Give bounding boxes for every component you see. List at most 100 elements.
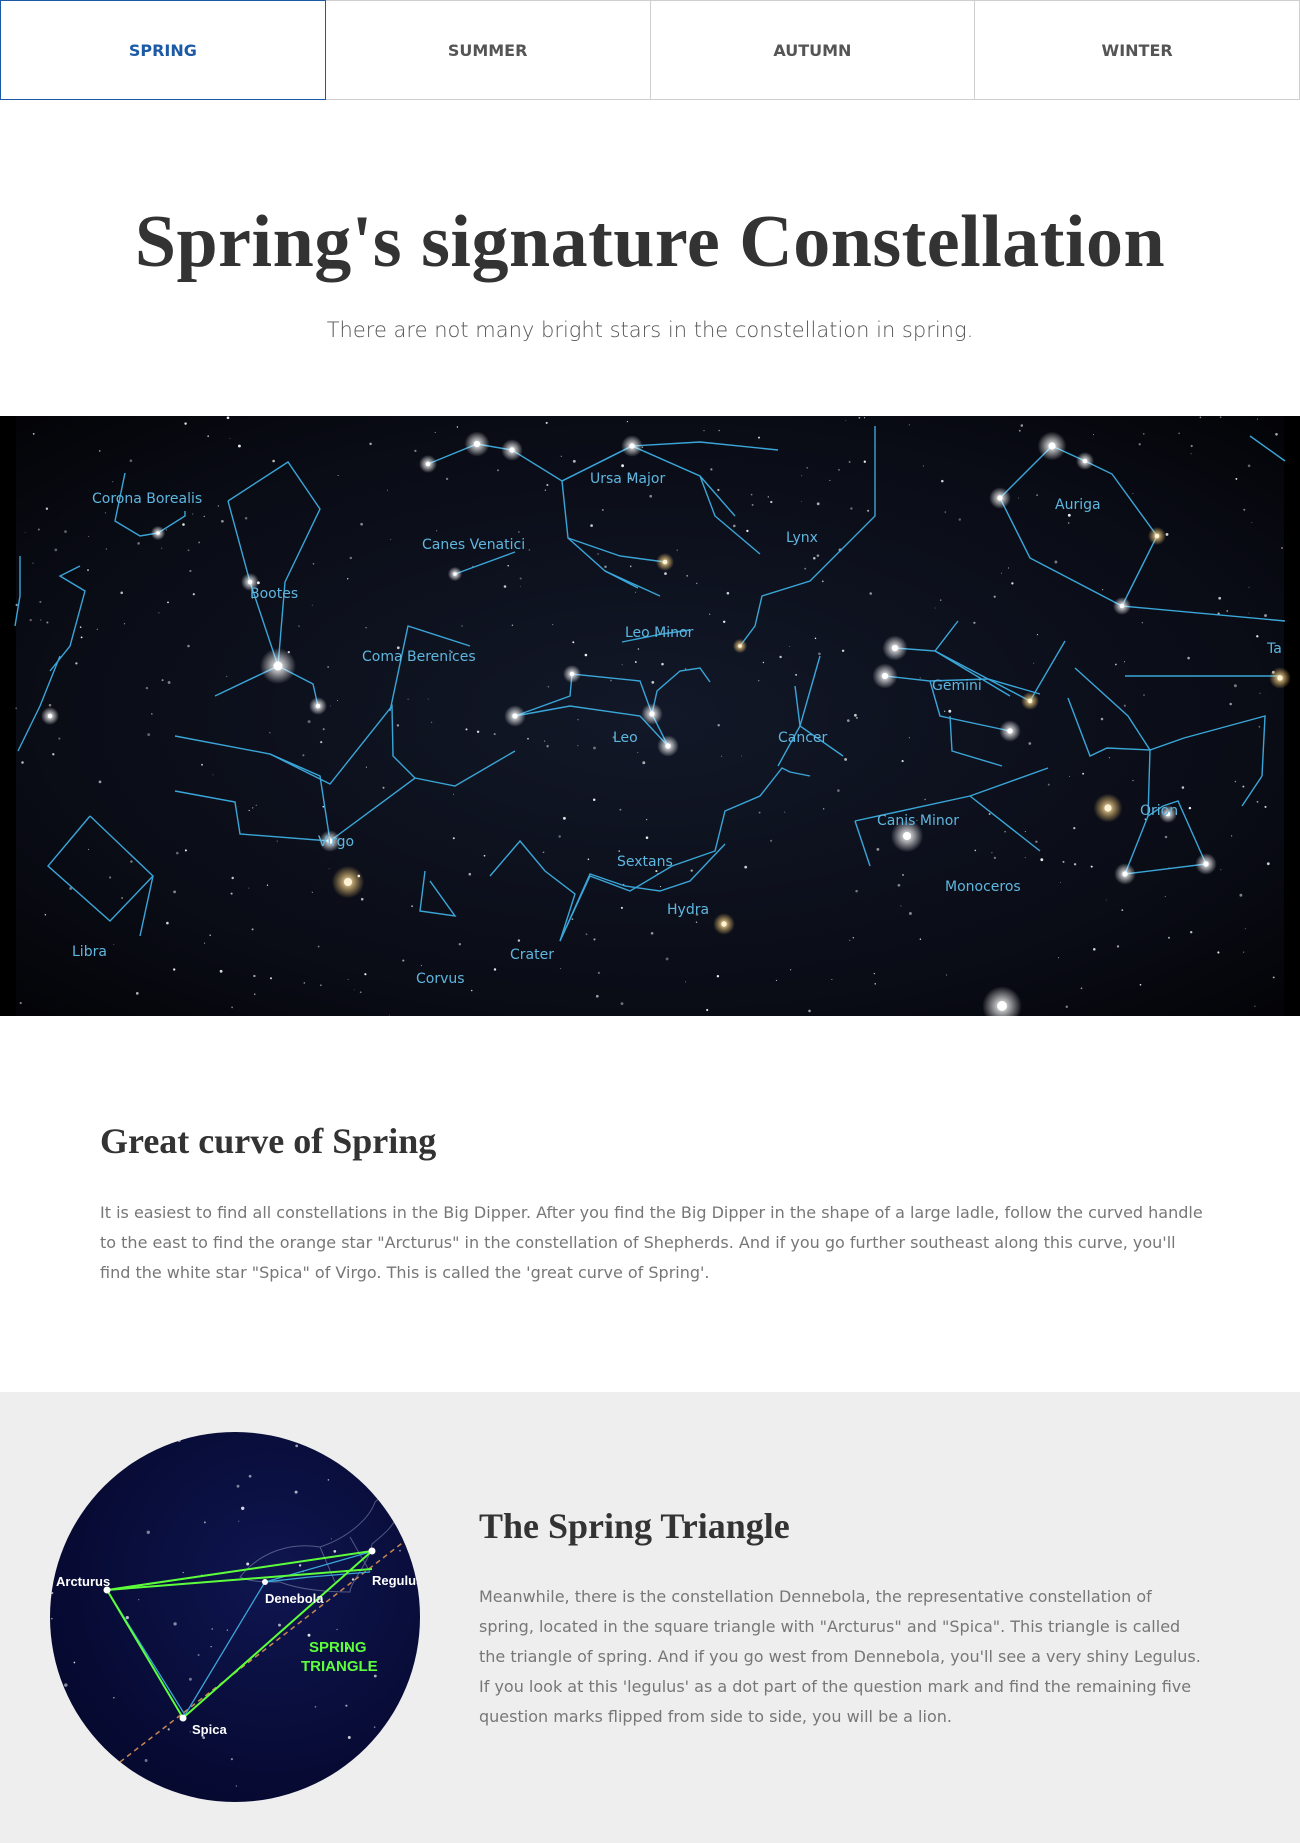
background-star <box>248 809 250 812</box>
background-star <box>187 644 190 648</box>
background-star <box>1035 840 1038 843</box>
background-star <box>993 595 996 598</box>
background-star <box>562 816 566 820</box>
background-star <box>816 554 820 557</box>
background-star <box>1028 742 1032 745</box>
background-star <box>939 599 942 601</box>
background-star <box>45 507 49 510</box>
background-star <box>610 679 612 682</box>
background-star <box>1108 756 1111 759</box>
background-star <box>1024 856 1026 858</box>
diagram-background-star <box>51 1591 54 1595</box>
background-star <box>1233 684 1237 688</box>
bright-star <box>738 644 742 648</box>
background-star <box>924 798 926 801</box>
background-star <box>360 897 364 901</box>
background-star <box>779 655 782 659</box>
background-star <box>347 979 349 981</box>
background-star <box>659 886 661 888</box>
diagram-background-star <box>345 1704 348 1707</box>
background-star <box>320 984 322 986</box>
background-star <box>48 703 52 707</box>
background-star <box>1073 827 1076 830</box>
background-star <box>1007 567 1010 569</box>
spring-triangle-title: The Spring Triangle <box>479 1506 790 1546</box>
tab-spring[interactable]: SPRING <box>0 0 326 100</box>
background-star <box>80 636 83 639</box>
background-star <box>255 804 257 806</box>
diagram-background-star <box>241 1506 245 1510</box>
background-star <box>577 719 579 721</box>
background-star <box>762 661 765 664</box>
background-star <box>690 869 693 872</box>
background-star <box>642 761 646 765</box>
background-star <box>775 979 777 981</box>
background-star <box>113 944 115 946</box>
diagram-background-star <box>327 1479 330 1481</box>
background-star <box>226 416 230 420</box>
background-star <box>1132 492 1134 495</box>
label-canis-minor: Canis Minor <box>877 813 959 829</box>
background-star <box>637 751 639 754</box>
diagram-background-star <box>278 1623 281 1627</box>
background-star <box>15 603 18 607</box>
background-star <box>685 981 687 983</box>
background-star <box>229 437 231 439</box>
background-star <box>307 720 311 724</box>
background-star <box>226 675 228 678</box>
background-star <box>543 740 546 742</box>
background-star <box>407 698 409 700</box>
background-star <box>1251 522 1253 524</box>
spring-triangle-name-line2: TRIANGLE <box>301 1658 378 1675</box>
background-star <box>626 421 628 423</box>
bright-star <box>1104 804 1112 812</box>
background-star <box>360 522 363 526</box>
background-star <box>32 433 35 435</box>
star-map-svg: Corona Borealis Ursa Major Auriga Canes … <box>14 416 1291 1016</box>
diagram-background-star <box>146 1530 150 1534</box>
bright-star <box>1027 698 1033 704</box>
diagram-background-star <box>314 1705 317 1708</box>
tab-winter[interactable]: WINTER <box>975 0 1300 100</box>
background-star <box>1143 433 1145 435</box>
background-star <box>601 508 604 511</box>
label-cancer: Cancer <box>778 730 828 746</box>
bright-star <box>247 579 253 585</box>
background-star <box>604 565 607 569</box>
tab-autumn[interactable]: AUTUMN <box>650 0 976 100</box>
bright-star <box>453 572 457 576</box>
background-star <box>19 1002 22 1005</box>
background-star <box>347 578 349 580</box>
background-star <box>445 477 449 481</box>
background-star <box>453 793 454 795</box>
background-star <box>873 973 875 975</box>
background-star <box>434 432 436 433</box>
background-star <box>844 757 848 761</box>
background-star <box>337 700 338 701</box>
diagram-key-stars <box>103 1547 376 1722</box>
background-star <box>150 713 153 715</box>
background-star <box>1067 522 1070 524</box>
background-star <box>1018 429 1021 432</box>
diagram-background-star <box>373 1726 376 1728</box>
background-star <box>320 740 323 744</box>
background-star <box>24 531 26 533</box>
background-star <box>269 977 273 980</box>
diagram-background-star <box>203 1521 206 1524</box>
background-star <box>850 507 853 510</box>
background-star <box>322 728 325 731</box>
background-star <box>1234 780 1237 783</box>
background-star <box>867 509 870 512</box>
background-star <box>637 648 640 650</box>
background-star <box>456 426 459 428</box>
background-star <box>158 612 160 614</box>
background-star <box>123 623 126 625</box>
background-star <box>420 964 423 967</box>
tab-summer[interactable]: SUMMER <box>325 0 651 100</box>
diagram-background-star <box>294 1490 298 1494</box>
background-star <box>855 889 858 893</box>
background-star <box>854 713 857 717</box>
background-star <box>1082 772 1085 775</box>
spring-triangle-body: Meanwhile, there is the constellation De… <box>479 1587 1201 1726</box>
background-star <box>189 569 192 573</box>
